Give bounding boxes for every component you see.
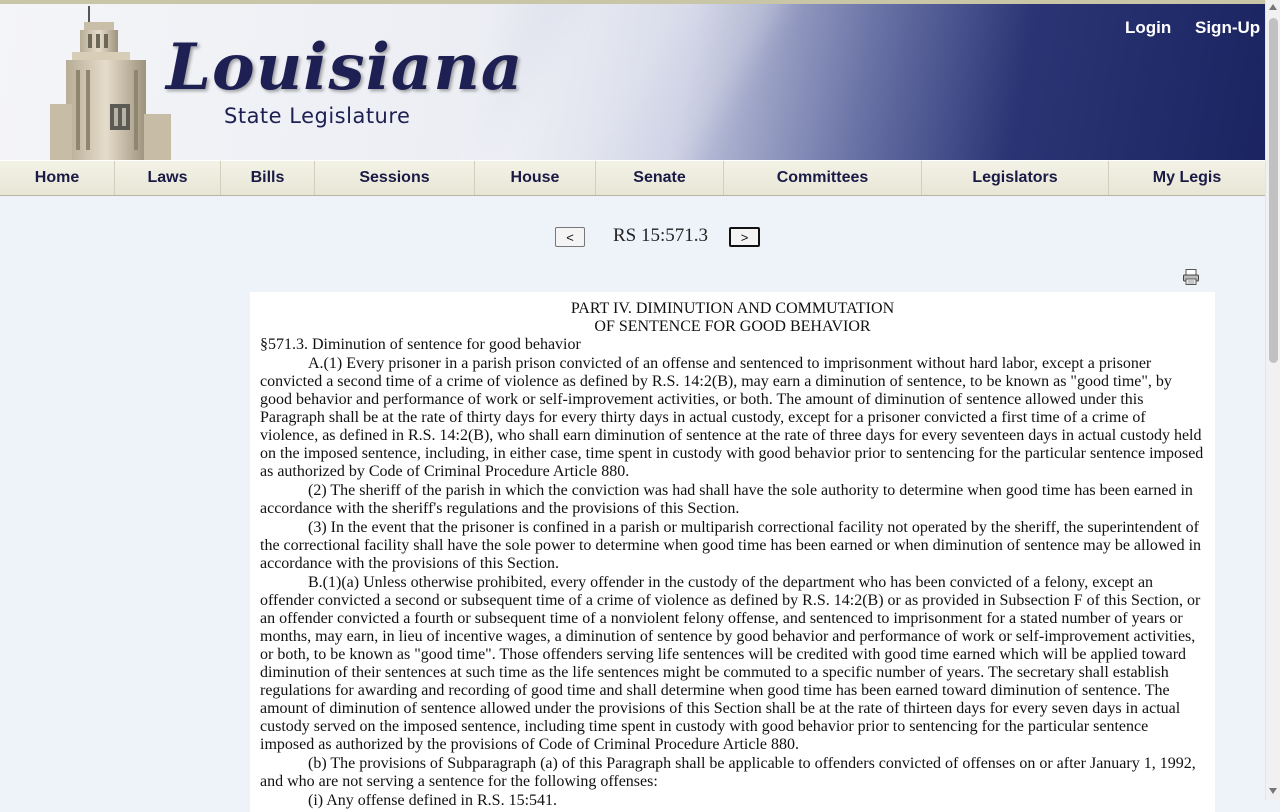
nav-item-committees[interactable]: Committees	[724, 161, 922, 195]
scroll-up-arrow-icon[interactable]	[1269, 4, 1277, 10]
part-heading-line-1: PART IV. DIMINUTION AND COMMUTATION	[570, 300, 895, 317]
nav-item-legislators[interactable]: Legislators	[922, 161, 1109, 195]
page-scrollbar[interactable]	[1265, 0, 1280, 800]
next-law-button[interactable]: >	[729, 227, 760, 247]
law-text-panel: PART IV. DIMINUTION AND COMMUTATION OF S…	[250, 292, 1215, 812]
law-citation: RS 15:571.3	[613, 225, 709, 246]
scroll-down-arrow-icon[interactable]	[1269, 788, 1277, 794]
law-paragraph: (2) The sheriff of the parish in which t…	[260, 482, 1193, 517]
site-header: Louisiana State Legislature Login Sign-U…	[0, 4, 1265, 160]
nav-item-laws[interactable]: Laws	[115, 161, 221, 195]
nav-item-home[interactable]: Home	[0, 161, 115, 195]
law-paragraph: (i) Any offense defined in R.S. 15:541.	[308, 792, 558, 809]
main-nav: Home Laws Bills Sessions House Senate Co…	[0, 160, 1265, 196]
part-heading-line-2: OF SENTENCE FOR GOOD BEHAVIOR	[594, 318, 871, 335]
logo-script-text: Louisiana	[166, 30, 524, 105]
law-paragraph: (3) In the event that the prisoner is co…	[260, 519, 1202, 572]
law-pager: < RS 15:571.3 >	[0, 224, 1265, 250]
law-paragraph: (b) The provisions of Subparagraph (a) o…	[260, 755, 1196, 790]
scrollbar-thumb[interactable]	[1269, 18, 1278, 363]
nav-item-my-legis[interactable]: My Legis	[1109, 161, 1265, 195]
nav-item-senate[interactable]: Senate	[596, 161, 724, 195]
signup-link[interactable]: Sign-Up	[1195, 18, 1260, 38]
logo-subtitle: State Legislature	[224, 104, 411, 128]
previous-law-button[interactable]: <	[555, 227, 585, 247]
section-title: §571.3. Diminution of sentence for good …	[260, 336, 581, 353]
law-paragraph: A.(1) Every prisoner in a parish prison …	[260, 355, 1204, 480]
nav-item-sessions[interactable]: Sessions	[315, 161, 475, 195]
nav-item-house[interactable]: House	[475, 161, 596, 195]
printer-icon[interactable]	[1182, 268, 1200, 286]
law-paragraph: B.(1)(a) Unless otherwise prohibited, ev…	[260, 574, 1201, 753]
nav-item-bills[interactable]: Bills	[221, 161, 315, 195]
capitol-building-image	[50, 6, 171, 160]
login-link[interactable]: Login	[1125, 18, 1171, 38]
